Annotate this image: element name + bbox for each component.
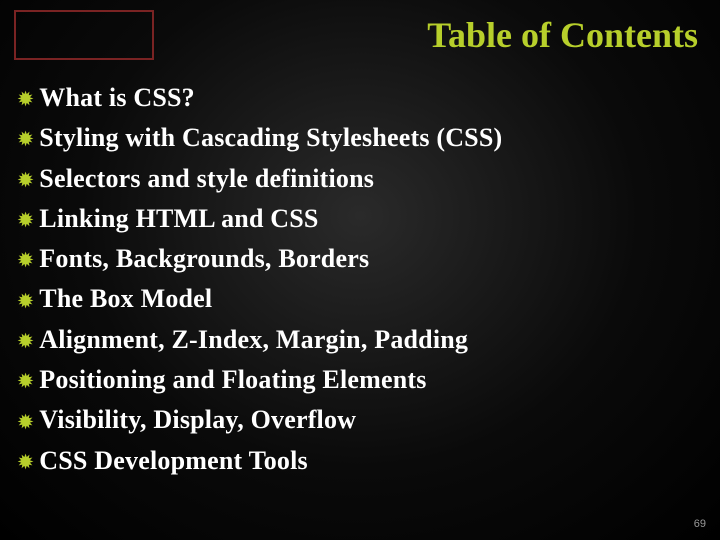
list-item: ✹ Selectors and style definitions [18, 159, 702, 199]
list-item-label: Positioning and Floating Elements [39, 360, 426, 400]
bullet-icon: ✹ [18, 332, 33, 350]
list-item-label: Linking HTML and CSS [39, 199, 318, 239]
bullet-icon: ✹ [18, 292, 33, 310]
bullet-icon: ✹ [18, 211, 33, 229]
page-number: 69 [694, 518, 706, 530]
list-item: ✹ What is CSS? [18, 78, 702, 118]
list-item-label: The Box Model [39, 279, 212, 319]
list-item-label: Visibility, Display, Overflow [39, 400, 356, 440]
list-item-label: Alignment, Z-Index, Margin, Padding [39, 320, 468, 360]
bullet-icon: ✹ [18, 171, 33, 189]
bullet-icon: ✹ [18, 251, 33, 269]
list-item: ✹ Positioning and Floating Elements [18, 360, 702, 400]
list-item-label: Styling with Cascading Stylesheets (CSS) [39, 118, 502, 158]
list-item: ✹ Styling with Cascading Stylesheets (CSS… [18, 118, 702, 158]
bullet-icon: ✹ [18, 372, 33, 390]
list-item: ✹ The Box Model [18, 279, 702, 319]
bullet-icon: ✹ [18, 413, 33, 431]
logo-placeholder [14, 10, 154, 60]
list-item-label: What is CSS? [39, 78, 195, 118]
bullet-icon: ✹ [18, 453, 33, 471]
list-item-label: CSS Development Tools [39, 441, 308, 481]
list-item: ✹ Alignment, Z-Index, Margin, Padding [18, 320, 702, 360]
list-item: ✹ Visibility, Display, Overflow [18, 400, 702, 440]
bullet-icon: ✹ [18, 90, 33, 108]
list-item: ✹ CSS Development Tools [18, 441, 702, 481]
toc-list: ✹ What is CSS? ✹ Styling with Cascading St… [18, 78, 702, 481]
list-item-label: Fonts, Backgrounds, Borders [39, 239, 369, 279]
list-item: ✹ Fonts, Backgrounds, Borders [18, 239, 702, 279]
page-title: Table of Contents [427, 14, 698, 56]
list-item: ✹ Linking HTML and CSS [18, 199, 702, 239]
bullet-icon: ✹ [18, 130, 33, 148]
list-item-label: Selectors and style definitions [39, 159, 374, 199]
